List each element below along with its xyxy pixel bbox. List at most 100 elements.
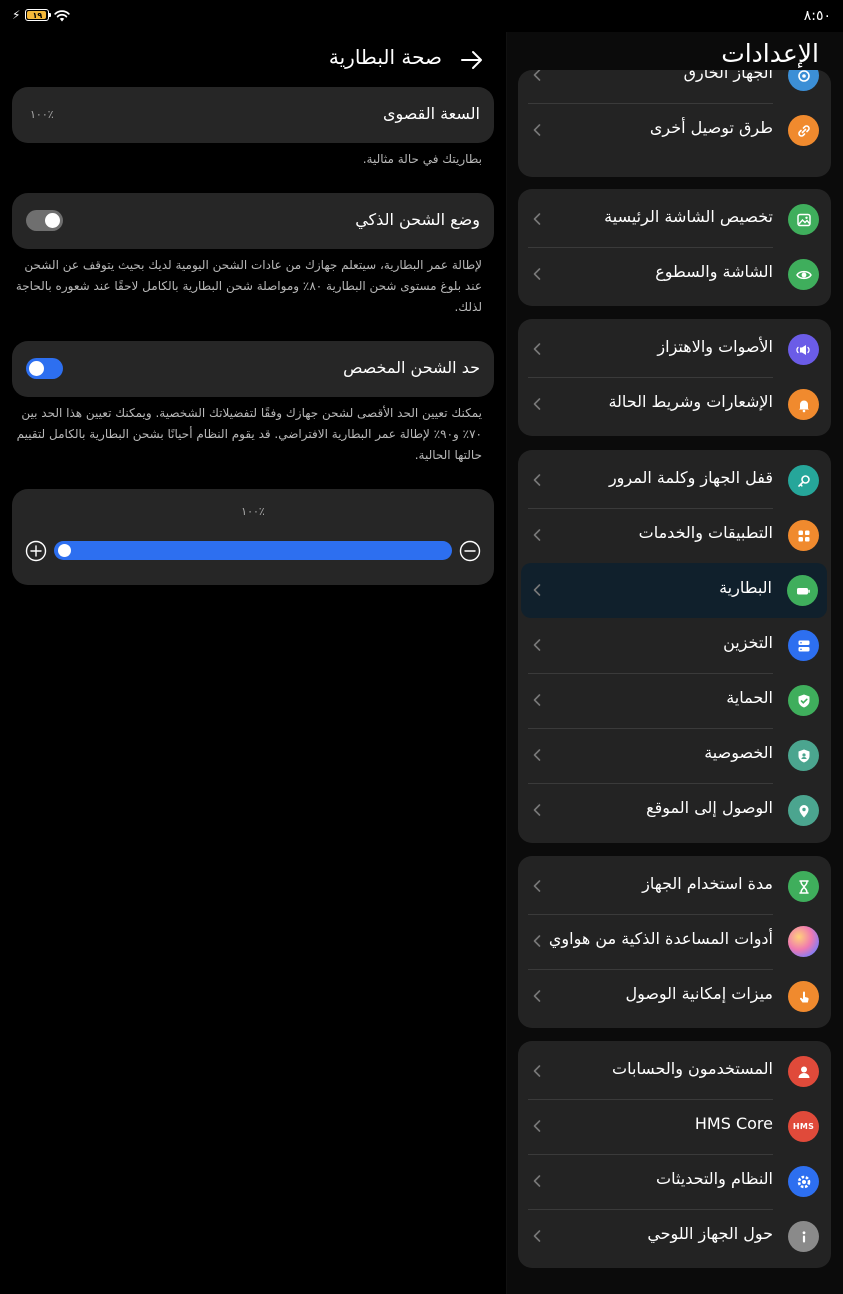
chevron-left-icon bbox=[533, 343, 541, 355]
chevron-left-icon bbox=[533, 268, 541, 280]
charge-limit-slider[interactable] bbox=[54, 541, 452, 560]
chevron-left-icon bbox=[533, 639, 541, 651]
smart-charging-row[interactable]: وضع الشحن الذكي bbox=[12, 193, 494, 249]
hms-logo-text: HMS bbox=[792, 1122, 815, 1131]
settings-item-label: HMS Core bbox=[694, 1114, 773, 1133]
settings-item-hand-touch[interactable]: ميزات إمكانية الوصول bbox=[518, 969, 831, 1024]
privacy-shield-icon bbox=[788, 740, 819, 771]
settings-item-hms-logo[interactable]: HMS HMS Core bbox=[518, 1099, 831, 1154]
chevron-left-icon bbox=[533, 990, 541, 1002]
battery-status-tip bbox=[49, 13, 52, 17]
plus-circle-icon[interactable] bbox=[25, 540, 47, 562]
slider-thumb[interactable] bbox=[58, 544, 71, 557]
arrow-right-icon[interactable] bbox=[458, 46, 486, 74]
settings-item-key[interactable]: قفل الجهاز وكلمة المرور bbox=[518, 453, 831, 508]
hand-touch-icon bbox=[788, 981, 819, 1012]
settings-group: مدة استخدام الجهاز أدوات المساعدة الذكية … bbox=[518, 856, 831, 1028]
settings-item-shield-check[interactable]: الحماية bbox=[518, 673, 831, 728]
settings-item-image[interactable]: تخصيص الشاشة الرئيسية bbox=[518, 192, 831, 247]
settings-item-label: الجهاز الخارق bbox=[683, 70, 773, 82]
settings-item-bell[interactable]: الإشعارات وشريط الحالة bbox=[518, 377, 831, 432]
settings-title: الإعدادات bbox=[721, 39, 819, 68]
apps-icon bbox=[788, 520, 819, 551]
settings-item-label: أدوات المساعدة الذكية من هواوي bbox=[548, 929, 773, 948]
max-capacity-note: بطاريتك في حالة مثالية. bbox=[362, 152, 482, 166]
minus-circle-icon[interactable] bbox=[459, 540, 481, 562]
settings-item-privacy-shield[interactable]: الخصوصية bbox=[518, 728, 831, 783]
settings-item-label: التخزين bbox=[723, 633, 773, 652]
settings-item-speaker[interactable]: الأصوات والاهتزاز bbox=[518, 322, 831, 377]
settings-item-storage[interactable]: التخزين bbox=[518, 618, 831, 673]
system-gear-icon bbox=[788, 1166, 819, 1197]
settings-item-label: ميزات إمكانية الوصول bbox=[625, 984, 773, 1003]
chevron-left-icon bbox=[533, 880, 541, 892]
battery-status-level: ١٩ bbox=[32, 10, 43, 20]
charge-limit-slider-card: ١٠٠٪ bbox=[12, 489, 494, 585]
detail-header: صحة البطارية bbox=[12, 42, 494, 78]
link-icon bbox=[788, 115, 819, 146]
settings-group: الجهاز الخارق طرق توصيل أخرى bbox=[518, 70, 831, 177]
speaker-icon bbox=[788, 334, 819, 365]
hms-logo-icon: HMS bbox=[788, 1111, 819, 1142]
max-capacity-card: السعة القصوى ١٠٠٪ bbox=[12, 87, 494, 143]
settings-item-user[interactable]: المستخدمون والحسابات bbox=[518, 1044, 831, 1099]
status-icons: ⚡ ١٩ bbox=[12, 8, 71, 22]
chevron-left-icon bbox=[533, 1175, 541, 1187]
battery-health-pane: صحة البطارية السعة القصوى ١٠٠٪ بطاريتك ف… bbox=[0, 32, 506, 1294]
smart-charging-description: لإطالة عمر البطارية، سيتعلم جهازك من عاد… bbox=[15, 258, 482, 314]
settings-item-system-gear[interactable]: النظام والتحديثات bbox=[518, 1154, 831, 1209]
chevron-left-icon bbox=[533, 529, 541, 541]
smart-charging-toggle[interactable] bbox=[26, 210, 63, 231]
settings-item-label: تخصيص الشاشة الرئيسية bbox=[604, 207, 773, 226]
eye-icon bbox=[788, 259, 819, 290]
settings-item-eye[interactable]: الشاشة والسطوع bbox=[518, 247, 831, 302]
battery-status-icon: ١٩ bbox=[25, 9, 52, 21]
max-capacity-value: ١٠٠٪ bbox=[30, 108, 54, 121]
chevron-left-icon bbox=[533, 935, 541, 947]
settings-item-label: البطارية bbox=[719, 578, 772, 597]
settings-item-label: المستخدمون والحسابات bbox=[612, 1059, 773, 1078]
chevron-left-icon bbox=[533, 398, 541, 410]
settings-item-label: النظام والتحديثات bbox=[656, 1169, 773, 1188]
chevron-left-icon bbox=[533, 804, 541, 816]
settings-item-super-device[interactable]: الجهاز الخارق bbox=[518, 70, 831, 103]
settings-item-assistant-orb[interactable]: أدوات المساعدة الذكية من هواوي bbox=[518, 914, 831, 969]
chevron-left-icon bbox=[533, 694, 541, 706]
settings-item-label: التطبيقات والخدمات bbox=[638, 523, 773, 542]
chevron-left-icon bbox=[533, 1065, 541, 1077]
settings-item-location-pin[interactable]: الوصول إلى الموقع bbox=[518, 783, 831, 838]
super-device-icon bbox=[788, 70, 819, 91]
custom-limit-row[interactable]: حد الشحن المخصص bbox=[12, 341, 494, 397]
settings-item-apps[interactable]: التطبيقات والخدمات bbox=[518, 508, 831, 563]
chevron-left-icon bbox=[533, 124, 541, 136]
settings-group: المستخدمون والحسابات HMS HMS Core النظام وا… bbox=[518, 1041, 831, 1268]
settings-item-battery[interactable]: البطارية bbox=[521, 563, 827, 618]
settings-item-info[interactable]: حول الجهاز اللوحي bbox=[518, 1209, 831, 1264]
slider-value-label: ١٠٠٪ bbox=[241, 505, 265, 518]
page-title: صحة البطارية bbox=[328, 45, 442, 69]
wifi-icon bbox=[54, 9, 71, 21]
max-capacity-label: السعة القصوى bbox=[382, 104, 480, 123]
toggle-knob bbox=[29, 361, 44, 376]
settings-item-link[interactable]: طرق توصيل أخرى bbox=[518, 103, 831, 158]
custom-limit-label: حد الشحن المخصص bbox=[343, 358, 480, 377]
settings-item-label: الإشعارات وشريط الحالة bbox=[608, 392, 773, 411]
shield-check-icon bbox=[788, 685, 819, 716]
bell-icon bbox=[788, 389, 819, 420]
settings-group: الأصوات والاهتزاز الإشعارات وشريط الحالة bbox=[518, 319, 831, 436]
status-time: ٨:٥٠ bbox=[803, 8, 831, 24]
chevron-left-icon bbox=[533, 584, 541, 596]
custom-limit-toggle[interactable] bbox=[26, 358, 63, 379]
user-icon bbox=[788, 1056, 819, 1087]
settings-list-pane: الإعدادات الجهاز الخارق طرق توصيل أخرى تخص… bbox=[507, 32, 843, 1294]
settings-item-label: الوصول إلى الموقع bbox=[646, 798, 773, 817]
chevron-left-icon bbox=[533, 70, 541, 81]
settings-item-label: مدة استخدام الجهاز bbox=[642, 874, 773, 893]
location-pin-icon bbox=[788, 795, 819, 826]
chevron-left-icon bbox=[533, 749, 541, 761]
status-bar: ⚡ ١٩ ٨:٥٠ bbox=[0, 0, 843, 32]
settings-item-hourglass[interactable]: مدة استخدام الجهاز bbox=[518, 859, 831, 914]
settings-item-label: الشاشة والسطوع bbox=[655, 262, 773, 281]
battery-icon bbox=[787, 575, 818, 606]
hourglass-icon bbox=[788, 871, 819, 902]
